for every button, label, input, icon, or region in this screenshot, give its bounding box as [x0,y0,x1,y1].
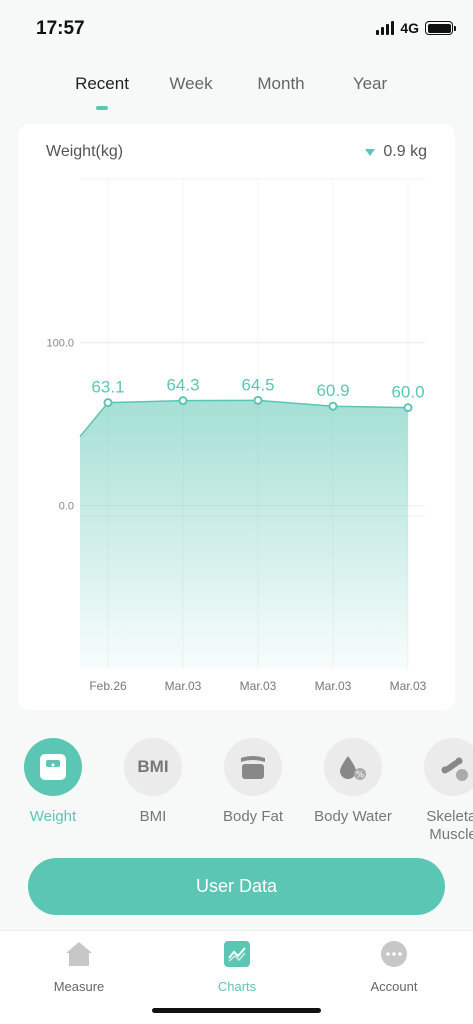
nav-account[interactable]: Account [334,937,454,994]
metric-body-fat[interactable]: Body Fat [203,736,303,826]
network-type: 4G [400,20,419,36]
nav-label: Charts [217,979,257,994]
active-tab-indicator [96,106,108,110]
x-tick-label: Mar.03 [240,679,277,693]
metric-label: Weight [29,808,77,825]
bone-icon [424,738,473,796]
nav-charts[interactable]: Charts [177,937,297,994]
signal-icon [376,21,395,35]
metric-label: Body Water [314,808,392,825]
data-point [403,403,413,413]
data-label: 63.1 [91,378,124,397]
data-label: 64.5 [241,375,274,394]
nav-measure[interactable]: Measure [19,937,139,994]
tab-week[interactable]: Week [146,74,236,94]
tab-month[interactable]: Month [236,74,326,94]
data-label: 60.0 [391,383,424,402]
home-icon [62,937,96,971]
x-tick-label: Mar.03 [390,679,427,693]
weight-area-chart[interactable]: 100.0 0.0 63.1 64.3 64.5 60.9 60.0 Feb.26 Mar.0… [18,124,455,710]
weight-chart-card: Weight(kg) 0.9 kg 100.0 0.0 63.1 64.3 64.5 6… [18,124,455,710]
x-tick-label: Mar.03 [315,679,352,693]
data-point [103,398,113,408]
svg-text:%: % [356,771,365,781]
body-fat-icon [224,738,282,796]
data-label: 64.3 [166,376,199,395]
nav-label: Measure [53,979,105,994]
data-label: 60.9 [316,381,349,400]
chart-icon [220,937,254,971]
user-data-button[interactable]: User Data [28,858,445,915]
metric-body-water[interactable]: % Body Water [303,736,403,826]
metric-weight[interactable]: Weight [3,736,103,826]
weight-area-fill [80,400,408,669]
tab-year[interactable]: Year [325,74,415,94]
y-tick-label: 100.0 [46,337,74,349]
metric-skeletal-muscle[interactable]: Skeletal Muscle [403,736,473,844]
nav-label: Account [370,979,418,994]
y-tick-label: 0.0 [59,501,74,513]
x-tick-label: Mar.03 [165,679,202,693]
account-icon [377,937,411,971]
tab-recent[interactable]: Recent [57,74,147,94]
period-tabs: Recent Week Month Year [0,70,473,114]
home-indicator [152,1008,321,1013]
status-indicators: 4G [376,20,456,36]
bmi-icon: BMI [124,738,182,796]
metric-label: Body Fat [222,808,284,825]
status-bar: 17:57 4G [0,0,473,56]
status-time: 17:57 [36,18,85,39]
data-point [178,396,188,406]
data-point [253,395,263,405]
metric-label: Skeletal Muscle [426,808,473,843]
metric-selector: Weight BMI BMI Body Fat % Body Water Ske… [0,736,473,846]
scale-icon [24,738,82,796]
x-tick-label: Feb.26 [89,679,127,693]
metric-bmi[interactable]: BMI BMI [103,736,203,826]
battery-icon [425,21,456,35]
metric-label: BMI [139,808,167,825]
data-point [328,401,338,411]
water-drop-icon: % [324,738,382,796]
